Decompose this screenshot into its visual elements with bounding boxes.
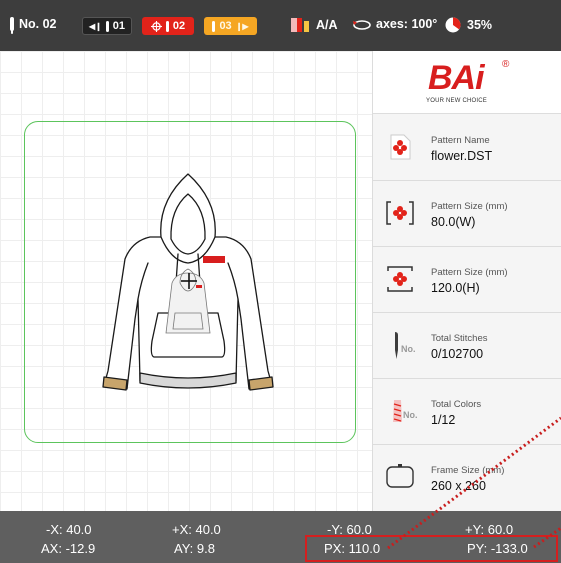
- annotation-arrows: [387, 416, 561, 550]
